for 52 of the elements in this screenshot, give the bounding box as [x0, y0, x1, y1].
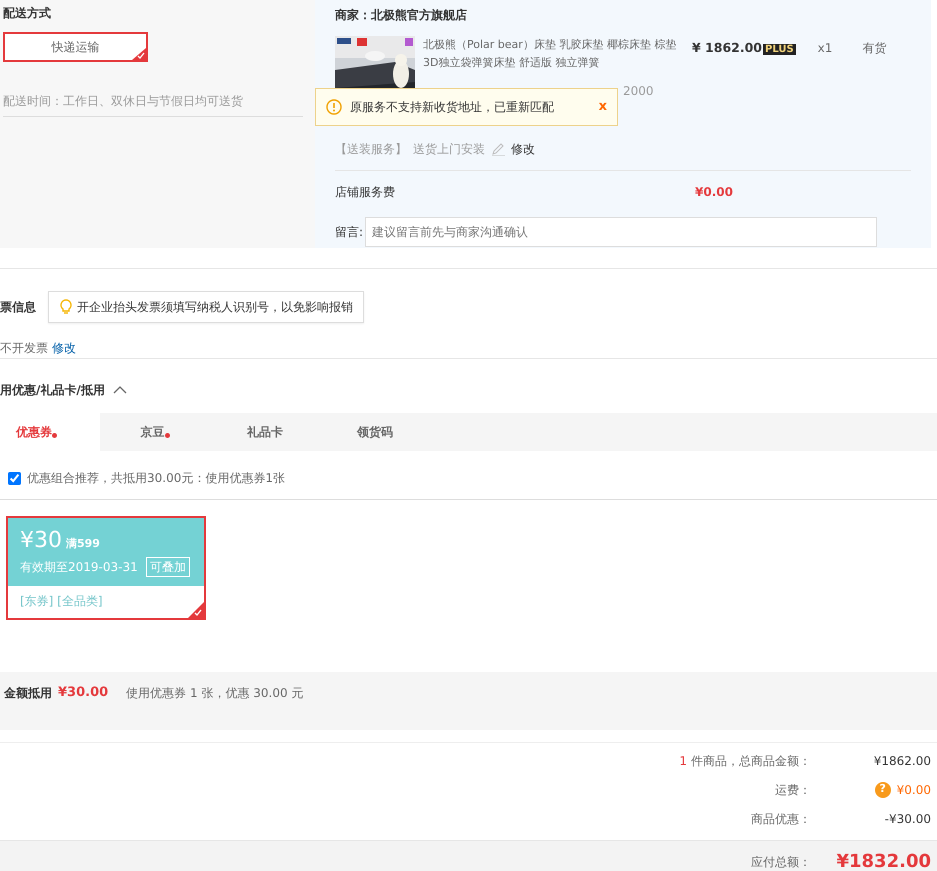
tab[interactable]: 京豆: [100, 413, 210, 451]
warning-icon: [326, 99, 342, 115]
discount-total-label: 金额抵用: [4, 685, 52, 702]
section-title: 用优惠/礼品卡/抵用: [0, 382, 105, 399]
message-field[interactable]: 建议留言前先与商家沟通确认: [365, 217, 878, 247]
payable-label: 应付总额：: [751, 854, 811, 870]
recommend-text: 优惠组合推荐，共抵用30.00元：使用优惠券1张: [27, 470, 285, 487]
total-label: 商品优惠：: [751, 812, 811, 826]
edit-link[interactable]: 修改: [511, 140, 535, 158]
pencil-icon: [491, 142, 505, 156]
service-value: 送货上门安装: [413, 141, 485, 158]
delivery-time-text: 配送时间：工作日、双休日与节假日均可送货: [3, 92, 303, 117]
product-spec-text: 2000: [623, 83, 655, 100]
total-value: ¥1862.00: [874, 752, 931, 770]
quantity-text: x1: [818, 40, 832, 57]
coupon-amount: ¥30: [20, 527, 62, 555]
section-title: 配送方式: [3, 5, 52, 22]
total-value: -¥30.00: [884, 810, 931, 828]
invoice-value: 不开发票: [0, 340, 48, 357]
close-button[interactable]: x: [598, 97, 607, 117]
lightbulb-icon: [59, 299, 73, 315]
stock-status: 有货: [862, 40, 886, 57]
check-corner-icon: [188, 602, 204, 618]
coupon-condition: 满599: [66, 536, 100, 552]
merchant-name: 商家：北极熊官方旗舰店: [335, 7, 468, 24]
tab[interactable]: 领货码: [320, 413, 430, 451]
section-title: 票信息: [0, 299, 36, 316]
fee-value: ¥0.00: [695, 184, 733, 201]
item-count: 1: [679, 754, 687, 768]
notice-text: 原服务不支持新收货地址，已重新匹配: [350, 99, 554, 116]
tip-text: 开企业抬头发票须填写纳税人识别号，以免影响报销: [77, 299, 353, 316]
shipping-method-button[interactable]: 快递运输: [3, 32, 148, 62]
tab[interactable]: 优惠券: [0, 413, 100, 451]
coupon-expiry: 有效期至2019-03-31: [20, 559, 138, 576]
stackable-tag: 可叠加: [146, 557, 190, 577]
tab[interactable]: 礼品卡: [210, 413, 320, 451]
chevron-icon[interactable]: [112, 385, 127, 395]
edit-link[interactable]: 修改: [52, 339, 76, 357]
total-label: 运费：: [775, 782, 811, 796]
discount-amount: ¥30.00: [58, 684, 108, 702]
check-corner-icon: [132, 48, 146, 60]
total-value: ¥0.00: [896, 782, 931, 798]
checkbox[interactable]: [8, 472, 21, 484]
fee-label: 店铺服务费: [335, 184, 395, 201]
service-label: 【送装服务】: [335, 141, 407, 158]
discount-summary-text: 使用优惠券 1 张，优惠 30.00 元: [126, 685, 304, 702]
plus-badge: PLUS: [762, 44, 796, 55]
product-price: ¥ 1862.00 PLUS: [692, 39, 796, 57]
coupon-scope: [东券] [全品类]: [20, 593, 103, 610]
message-label: 留言:: [335, 224, 364, 241]
payable-amount: ¥1832.00: [835, 850, 931, 871]
total-label: 件商品，总商品金额：: [691, 754, 811, 768]
